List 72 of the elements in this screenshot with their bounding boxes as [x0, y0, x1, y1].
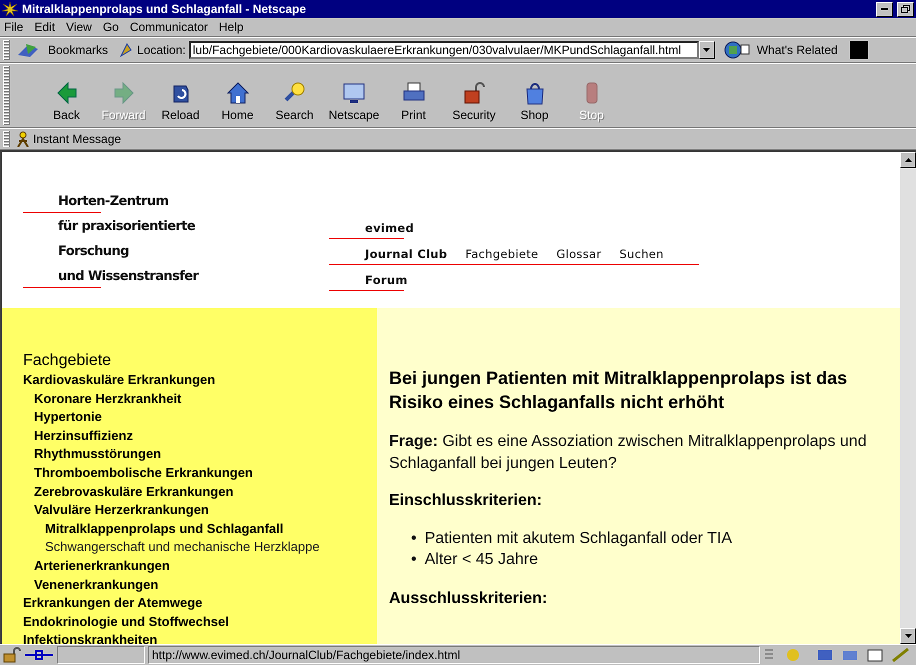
sidebar-link[interactable]: Zerebrovaskuläre Erkrankungen — [23, 482, 377, 502]
restore-icon — [901, 5, 910, 13]
toolbar-button[interactable]: Reload — [152, 66, 209, 126]
scroll-down-icon — [904, 634, 912, 638]
toolbar-button[interactable]: Security — [442, 66, 506, 126]
sidebar-link[interactable]: Mitralklappenprolaps und Schlaganfall — [23, 520, 377, 538]
nav-link[interactable]: Journal Club — [365, 247, 448, 261]
toolbar-button[interactable]: Print — [385, 66, 442, 126]
article-title: Bei jungen Patienten mit Mitralklappenprolaps ist das Risiko eines Schlaganfalls nicht erhöht — [389, 367, 848, 414]
status-text: http://www.evimed.ch/JournalClub/Fachgebiete/index.html — [148, 646, 760, 664]
list-bullet: • — [411, 550, 417, 570]
toolbar-button[interactable]: Back — [38, 66, 95, 126]
institute-name: Horten-Zentrum — [57, 194, 170, 209]
location-icon — [118, 42, 134, 58]
restore-button[interactable] — [897, 2, 914, 16]
question-text: Frage: Gibt es eine Assoziation zwischen Mitralklappenprolaps und Schlaganfall bei jungen Leuten? — [389, 432, 868, 474]
nav-link[interactable]: Suchen — [619, 247, 664, 261]
menu-item[interactable]: Communicator — [130, 20, 208, 34]
dropdown-button[interactable] — [698, 41, 715, 59]
toolbar-grip[interactable] — [3, 131, 10, 147]
nav-link[interactable]: Forum — [365, 273, 408, 287]
menu-item[interactable]: File — [4, 20, 24, 34]
minimize-icon — [881, 8, 888, 10]
url-field[interactable]: lub/Fachgebiete/000KardiovaskulaereErkrankungen/030valvulaer/MKPundSchlaganfall.html — [188, 41, 699, 59]
institute-name: für praxisorientierte — [57, 219, 196, 234]
window-title: Mitralklappenprolaps und Schlaganfall - Netscape — [22, 2, 308, 16]
toolbar-grip[interactable] — [3, 40, 10, 60]
menu-item[interactable]: View — [66, 20, 92, 34]
toolbar-button[interactable]: Netscape — [323, 66, 385, 126]
home-icon — [224, 80, 250, 106]
nav-link[interactable]: evimed — [365, 221, 414, 235]
sidebar-link[interactable]: Venenerkrankungen — [23, 576, 377, 594]
padlock-icon — [3, 647, 21, 663]
toolbar-button[interactable]: Search — [266, 66, 323, 126]
toolbar-button[interactable]: Shop — [506, 66, 563, 126]
sidebar-link[interactable]: Thromboembolische Erkrankungen — [23, 464, 377, 483]
sidebar-link[interactable]: Schwangerschaft und mechanische Herzklappe — [23, 538, 377, 557]
minimize-button[interactable] — [876, 2, 893, 16]
institute-name: und Wissenstransfer — [57, 269, 200, 284]
nav-link[interactable]: Glossar — [556, 247, 602, 261]
nav-link[interactable]: Fachgebiete — [465, 247, 538, 261]
toolbar-grip[interactable] — [3, 66, 10, 125]
sidebar-link[interactable]: Endokrinologie und Stoffwechsel — [23, 612, 377, 632]
scroll-up-icon — [904, 158, 912, 162]
menu-item[interactable]: Go — [102, 20, 119, 34]
sidebar-link[interactable]: Herzinsuffizienz — [23, 426, 377, 446]
sidebar-link[interactable]: Rhythmusstörungen — [23, 445, 377, 464]
institute-name: Forschung — [57, 244, 130, 259]
connection-icon — [24, 648, 54, 662]
scroll-down-icon — [703, 48, 710, 52]
sidebar-link[interactable]: Erkrankungen der Atemwege — [23, 594, 377, 613]
menu-item[interactable]: Help — [218, 20, 244, 34]
whats-related-button[interactable]: What's Related — [756, 43, 838, 57]
person-icon — [16, 131, 30, 147]
section-heading: Ausschlusskriterien: — [389, 590, 548, 608]
sidebar-link[interactable]: Kardiovaskuläre Erkrankungen — [23, 371, 377, 390]
sidebar-title: Fachgebiete — [23, 352, 112, 370]
toolbar-button[interactable]: Home — [209, 66, 266, 126]
list-bullet: • — [411, 529, 417, 549]
bookmarks-button[interactable]: Bookmarks — [48, 43, 108, 57]
sidebar-link[interactable]: Hypertonie — [23, 408, 377, 427]
app-icon — [2, 2, 18, 16]
sidebar-link[interactable]: Arterienerkrankungen — [23, 556, 377, 576]
scrollbar[interactable] — [900, 152, 916, 644]
sidebar-link[interactable]: Valvuläre Herzerkrankungen — [23, 501, 377, 520]
list-item: Patienten mit akutem Schlaganfall oder TIA — [424, 529, 732, 549]
instant-message-button[interactable]: Instant Message — [33, 132, 122, 146]
menu-item[interactable]: Edit — [34, 20, 56, 34]
section-heading: Einschlusskriterien: — [389, 492, 543, 510]
list-item: Alter < 45 Jahre — [424, 550, 538, 570]
location-label: Location: — [137, 43, 186, 57]
sidebar-link[interactable]: Koronare Herzkrankheit — [23, 390, 377, 408]
